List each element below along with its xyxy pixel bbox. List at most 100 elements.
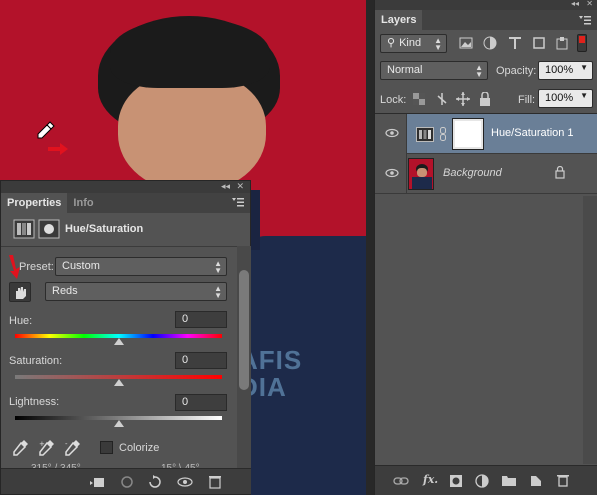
layer-row-background[interactable]: Background bbox=[375, 154, 597, 194]
filter-type-icon[interactable] bbox=[508, 36, 522, 50]
hand-scrubby-icon bbox=[16, 287, 26, 299]
filter-kind-value: Kind bbox=[399, 37, 422, 49]
eyedropper-minus-icon[interactable]: - bbox=[65, 439, 81, 457]
layer-name[interactable]: Hue/Saturation 1 bbox=[491, 127, 574, 139]
adjustment-title: Hue/Saturation bbox=[65, 223, 144, 235]
lock-all-icon[interactable] bbox=[479, 92, 491, 106]
filter-toggle-switch[interactable] bbox=[577, 34, 587, 52]
view-previous-state-icon[interactable] bbox=[119, 475, 135, 489]
panel-menu-icon[interactable] bbox=[579, 15, 591, 25]
lightness-input[interactable]: 0 bbox=[175, 394, 227, 411]
dropdown-arrow-icon[interactable]: ▼ bbox=[580, 92, 588, 100]
visibility-eye-icon[interactable] bbox=[385, 168, 399, 178]
opacity-value: 100% bbox=[545, 64, 574, 76]
lock-position-icon[interactable] bbox=[456, 92, 470, 106]
tab-properties[interactable]: Properties bbox=[1, 193, 68, 213]
saturation-label: Saturation: bbox=[9, 355, 63, 367]
reset-icon[interactable] bbox=[147, 475, 163, 489]
new-group-icon[interactable] bbox=[502, 474, 516, 486]
colorize-checkbox[interactable] bbox=[100, 441, 113, 454]
lock-transparent-icon[interactable] bbox=[413, 93, 425, 105]
blend-mode-value: Normal bbox=[387, 64, 423, 76]
layer-thumbnail[interactable] bbox=[408, 158, 434, 190]
layer-name[interactable]: Background bbox=[443, 167, 502, 179]
hue-saturation-layer-icon bbox=[416, 127, 434, 142]
select-arrows-icon: ▲ ▼ bbox=[214, 259, 222, 275]
layers-footer: fx. bbox=[375, 465, 597, 495]
layers-tab-bar: Layers bbox=[375, 10, 597, 30]
filter-smart-object-icon[interactable] bbox=[555, 36, 569, 50]
collapse-icon[interactable]: ◂◂ bbox=[221, 181, 230, 192]
select-arrows-icon: ▲ ▼ bbox=[214, 284, 222, 300]
opacity-input[interactable]: 100% ▼ bbox=[538, 61, 593, 80]
dropdown-arrow-icon[interactable]: ▼ bbox=[580, 64, 588, 72]
filter-shape-icon[interactable] bbox=[532, 36, 546, 50]
layers-panel: ◂◂ ✕ Layers ⚲ Kind ▲ ▼ Normal ▲ ▼ Opacity: … bbox=[374, 0, 597, 495]
mask-link-icon[interactable] bbox=[440, 127, 446, 141]
lightness-slider-thumb[interactable] bbox=[114, 420, 124, 427]
properties-panel-titlebar[interactable]: ◂◂ ✕ bbox=[1, 181, 250, 193]
select-arrows-icon: ▲ ▼ bbox=[434, 36, 442, 52]
properties-header: Hue/Saturation bbox=[1, 213, 250, 245]
close-panel-icon[interactable]: ✕ bbox=[236, 181, 244, 192]
hue-slider-thumb[interactable] bbox=[114, 338, 124, 345]
filter-pixel-icon[interactable] bbox=[459, 36, 473, 50]
lightness-label: Lightness: bbox=[9, 396, 60, 408]
saturation-input[interactable]: 0 bbox=[175, 352, 227, 369]
separator bbox=[1, 246, 237, 247]
close-panel-icon[interactable]: ✕ bbox=[586, 0, 593, 8]
visibility-eye-icon[interactable] bbox=[177, 475, 193, 489]
collapse-icon[interactable]: ◂◂ bbox=[571, 0, 579, 8]
filter-adjustment-icon[interactable] bbox=[483, 36, 497, 50]
preset-value: Custom bbox=[62, 260, 100, 272]
clip-to-layer-icon[interactable] bbox=[89, 475, 105, 489]
channel-select[interactable]: Reds ▲ ▼ bbox=[45, 282, 227, 301]
hue-input[interactable]: 0 bbox=[175, 311, 227, 328]
layer-filter-select[interactable]: ⚲ Kind ▲ ▼ bbox=[380, 34, 447, 53]
photo-face bbox=[118, 72, 266, 192]
layers-panel-titlebar[interactable]: ◂◂ ✕ bbox=[375, 0, 597, 10]
fill-input[interactable]: 100% ▼ bbox=[538, 89, 593, 108]
lock-label: Lock: bbox=[380, 94, 407, 106]
fill-value: 100% bbox=[545, 92, 574, 104]
annotation-arrow-icon bbox=[48, 143, 68, 155]
add-mask-icon[interactable] bbox=[449, 474, 463, 488]
blend-mode-select[interactable]: Normal ▲ ▼ bbox=[380, 61, 488, 80]
link-layers-icon[interactable] bbox=[393, 474, 409, 488]
eyedropper-plus-icon[interactable]: + bbox=[39, 439, 55, 457]
lock-image-icon[interactable] bbox=[435, 92, 449, 106]
svg-text:+: + bbox=[39, 440, 45, 448]
new-layer-icon[interactable] bbox=[529, 473, 543, 487]
properties-scrollbar-thumb[interactable] bbox=[239, 270, 249, 390]
layer-mask-thumbnail[interactable] bbox=[452, 118, 484, 150]
preset-select[interactable]: Custom ▲ ▼ bbox=[55, 257, 227, 276]
delete-icon[interactable] bbox=[207, 475, 223, 489]
svg-text:-: - bbox=[65, 440, 68, 448]
preset-label: Preset: bbox=[19, 261, 54, 273]
hue-label: Hue: bbox=[9, 315, 33, 327]
layer-visibility-cell[interactable] bbox=[375, 154, 407, 194]
lock-icon bbox=[555, 166, 565, 179]
targeted-adjustment-tool-button[interactable] bbox=[9, 282, 31, 302]
layer-row-hue-saturation[interactable]: Hue/Saturation 1 bbox=[375, 114, 597, 154]
delete-layer-icon[interactable] bbox=[556, 473, 570, 487]
tab-layers[interactable]: Layers bbox=[375, 10, 423, 30]
new-adjustment-layer-icon[interactable] bbox=[475, 474, 491, 488]
mask-icon[interactable] bbox=[38, 219, 60, 239]
photo-hair-fringe bbox=[110, 18, 270, 88]
eyedropper-icon[interactable] bbox=[13, 439, 29, 457]
visibility-eye-icon[interactable] bbox=[385, 128, 399, 138]
canvas-scrollbar[interactable] bbox=[366, 0, 374, 495]
saturation-slider-thumb[interactable] bbox=[114, 379, 124, 386]
layer-visibility-cell[interactable] bbox=[375, 114, 407, 154]
properties-scrollbar[interactable] bbox=[237, 246, 251, 468]
opacity-label: Opacity: bbox=[496, 65, 537, 77]
tab-info[interactable]: Info bbox=[67, 193, 99, 213]
layers-scrollbar[interactable] bbox=[583, 196, 597, 464]
eyedropper-cursor-icon bbox=[37, 121, 55, 139]
fx-icon[interactable]: fx. bbox=[423, 473, 438, 486]
fill-label: Fill: bbox=[518, 94, 536, 106]
colorize-label: Colorize bbox=[119, 442, 160, 454]
panel-menu-icon[interactable] bbox=[232, 197, 244, 207]
properties-tab-bar: Properties Info bbox=[1, 193, 250, 213]
